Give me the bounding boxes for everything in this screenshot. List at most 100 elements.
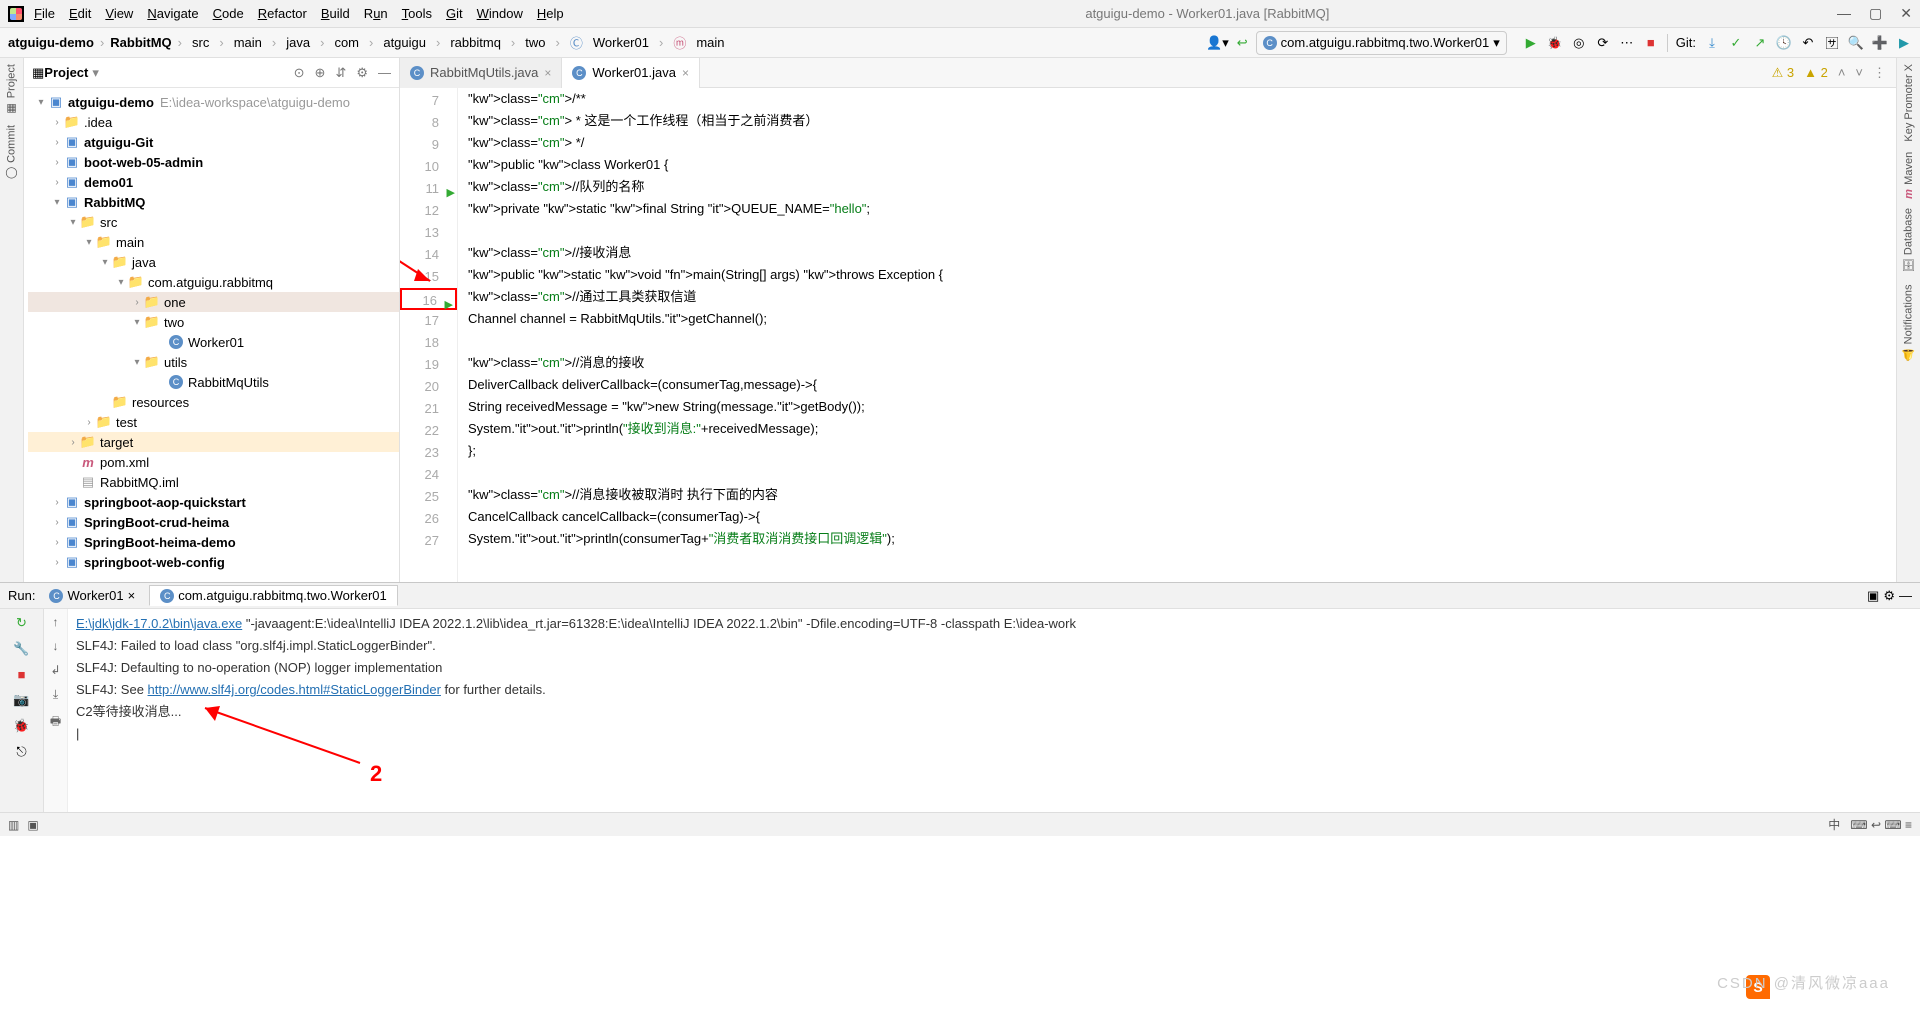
window-title: atguigu-demo - Worker01.java [RabbitMQ] bbox=[578, 6, 1837, 21]
run-left-toolbar: ↻ 🔧 📷 🐞 ⎋ bbox=[0, 609, 44, 812]
editor: CRabbitMqUtils.java× CWorker01.java× ⚠ 3… bbox=[400, 58, 1896, 582]
menu-tools[interactable]: Tools bbox=[402, 6, 432, 21]
project-sidebar: ▦ Project ▾ ⊙ ⊕ ⇵ ⚙ — ▾▣atguigu-demoE:\i… bbox=[24, 58, 400, 582]
menu-view[interactable]: View bbox=[105, 6, 133, 21]
nav-bar: atguigu-demo› RabbitMQ› src› main› java›… bbox=[0, 28, 1920, 58]
project-tool-icon: ▦ bbox=[32, 65, 44, 81]
gutter[interactable]: 7891011▶1213141516▶171819202122232425262… bbox=[400, 88, 458, 582]
back-arrow-icon[interactable]: ↩ bbox=[1237, 35, 1248, 51]
search-icon[interactable]: 🔍 bbox=[1848, 35, 1864, 51]
error-badge[interactable]: ⚠ 3 bbox=[1772, 65, 1795, 81]
annotation-2-arrow bbox=[200, 703, 380, 773]
minimize-button[interactable]: — bbox=[1837, 5, 1851, 22]
down-icon[interactable]: ↓ bbox=[53, 639, 59, 653]
expand-up-icon[interactable]: ˄ bbox=[1838, 65, 1846, 80]
rerun-icon[interactable]: ↻ bbox=[16, 615, 27, 631]
select-opened-icon[interactable]: ⊙ bbox=[294, 65, 305, 81]
tool-notifications[interactable]: 🔔Notifications bbox=[1902, 284, 1915, 361]
gear-icon[interactable]: ⚙ bbox=[356, 65, 368, 81]
ime-status[interactable]: 中 bbox=[1828, 816, 1840, 833]
annotation-1-arrow bbox=[400, 203, 450, 298]
debug-button[interactable] bbox=[1547, 35, 1563, 51]
git-history-icon[interactable]: 🕓 bbox=[1776, 35, 1792, 51]
project-tree[interactable]: ▾▣atguigu-demoE:\idea-workspace\atguigu-… bbox=[24, 88, 399, 582]
menu-edit[interactable]: Edit bbox=[69, 6, 91, 21]
new-ui-icon[interactable]: ➕ bbox=[1872, 35, 1888, 51]
menu-build[interactable]: Build bbox=[321, 6, 350, 21]
breadcrumb[interactable]: atguigu-demo› RabbitMQ› src› main› java›… bbox=[8, 33, 729, 52]
expand-down-icon[interactable]: ˅ bbox=[1855, 65, 1863, 80]
menu-help[interactable]: Help bbox=[537, 6, 564, 21]
up-icon[interactable]: ↑ bbox=[53, 615, 59, 629]
run-tab-full[interactable]: Ccom.atguigu.rabbitmq.two.Worker01 bbox=[149, 585, 398, 606]
attach-icon[interactable]: 🐞 bbox=[13, 718, 29, 734]
git-update-icon[interactable]: ⤓ bbox=[1704, 35, 1720, 51]
right-tool-strip: Key Promoter X mMaven 🗄Database 🔔Notific… bbox=[1896, 58, 1920, 582]
soft-wrap-icon[interactable]: ↲ bbox=[50, 663, 60, 677]
close-button[interactable]: ✕ bbox=[1900, 5, 1912, 22]
collapse-icon[interactable]: ⇵ bbox=[335, 65, 346, 81]
user-icon[interactable]: 👤▾ bbox=[1206, 35, 1229, 51]
gear-icon[interactable]: ⚙ bbox=[1883, 588, 1895, 604]
maximize-button[interactable]: ▢ bbox=[1869, 5, 1882, 22]
dump-icon[interactable]: 📷 bbox=[13, 692, 29, 708]
git-commit-icon[interactable]: ✓ bbox=[1728, 35, 1744, 51]
stop-icon[interactable] bbox=[18, 667, 26, 682]
stop-button[interactable] bbox=[1643, 35, 1659, 51]
project-dropdown[interactable]: ▾ bbox=[92, 65, 99, 81]
more-run-button[interactable]: ⋯ bbox=[1619, 35, 1635, 51]
coverage-button[interactable]: ◎ bbox=[1571, 35, 1587, 51]
annotation-2: 2 bbox=[370, 761, 382, 787]
git-rollback-icon[interactable]: ↶ bbox=[1800, 35, 1816, 51]
code-body[interactable]: "kw">class="cm">/**"kw">class="cm"> * 这是… bbox=[458, 88, 1896, 550]
tool-maven[interactable]: mMaven bbox=[1903, 152, 1915, 199]
menu-git[interactable]: Git bbox=[446, 6, 463, 21]
expand-icon[interactable]: ⊕ bbox=[315, 65, 326, 81]
status-terminal-icon[interactable]: ▣ bbox=[27, 818, 38, 832]
status-extra: ⌨ ↩ ⌨ ≡ bbox=[1850, 818, 1912, 832]
menu-code[interactable]: Code bbox=[213, 6, 244, 21]
tool-database[interactable]: 🗄Database bbox=[1902, 208, 1915, 273]
status-tool-icon[interactable]: ▥ bbox=[8, 818, 19, 832]
run-tab-worker01[interactable]: CWorker01× bbox=[39, 586, 145, 605]
menu-refactor[interactable]: Refactor bbox=[258, 6, 307, 21]
tool-project[interactable]: ▦Project bbox=[5, 64, 18, 115]
watermark: CSDN @清风微凉aaa bbox=[1717, 972, 1890, 993]
run-panel: Run: CWorker01× Ccom.atguigu.rabbitmq.tw… bbox=[0, 582, 1920, 812]
scroll-end-icon[interactable]: ⤓ bbox=[53, 687, 58, 702]
menu-file[interactable]: File bbox=[34, 6, 55, 21]
sogou-badge[interactable]: S bbox=[1746, 975, 1770, 999]
ide-logo bbox=[8, 6, 24, 22]
tab-rabbitmqutils[interactable]: CRabbitMqUtils.java× bbox=[400, 58, 562, 88]
menu-bar: File Edit View Navigate Code Refactor Bu… bbox=[0, 0, 1920, 28]
hide-icon[interactable]: — bbox=[378, 65, 391, 81]
warn-badge[interactable]: ▲ 2 bbox=[1804, 65, 1828, 80]
run-left-toolbar2: ↑ ↓ ↲ ⤓ 🖶 bbox=[44, 609, 68, 812]
hide-icon[interactable]: — bbox=[1899, 588, 1912, 603]
menu-navigate[interactable]: Navigate bbox=[147, 6, 198, 21]
profile-button[interactable]: ⟳ bbox=[1595, 35, 1611, 51]
more-icon[interactable]: ⋮ bbox=[1873, 65, 1886, 81]
edit-config-icon[interactable]: 🔧 bbox=[13, 641, 29, 657]
tab-worker01[interactable]: CWorker01.java× bbox=[562, 58, 700, 88]
tool-keypromoter[interactable]: Key Promoter X bbox=[1903, 64, 1915, 142]
menu-run[interactable]: Run bbox=[364, 6, 388, 21]
editor-tabs: CRabbitMqUtils.java× CWorker01.java× ⚠ 3… bbox=[400, 58, 1896, 88]
close-icon[interactable]: × bbox=[544, 66, 551, 80]
run-button[interactable] bbox=[1523, 35, 1539, 51]
project-title[interactable]: Project bbox=[44, 65, 88, 80]
run-panel-label: Run: bbox=[8, 588, 35, 603]
left-tool-strip: ▦Project ◯Commit bbox=[0, 58, 24, 582]
print-icon[interactable]: 🖶 bbox=[50, 712, 61, 733]
status-bar: ▥ ▣ S 中 ⌨ ↩ ⌨ ≡ bbox=[0, 812, 1920, 836]
exit-icon[interactable]: ⎋ bbox=[16, 744, 26, 760]
translate-icon[interactable]: 🈂 bbox=[1824, 35, 1840, 51]
menu-window[interactable]: Window bbox=[477, 6, 523, 21]
run-config-selector[interactable]: C com.atguigu.rabbitmq.two.Worker01 ▾ bbox=[1256, 31, 1507, 55]
git-push-icon[interactable]: ↗ bbox=[1752, 35, 1768, 51]
ide-update-icon[interactable]: ▶ bbox=[1896, 35, 1912, 51]
close-icon[interactable]: × bbox=[682, 66, 689, 80]
layout-icon[interactable]: ▣ bbox=[1867, 588, 1879, 604]
tool-commit[interactable]: ◯Commit bbox=[5, 125, 18, 180]
run-toolbar: 👤▾ ↩ C com.atguigu.rabbitmq.two.Worker01… bbox=[1206, 31, 1912, 55]
